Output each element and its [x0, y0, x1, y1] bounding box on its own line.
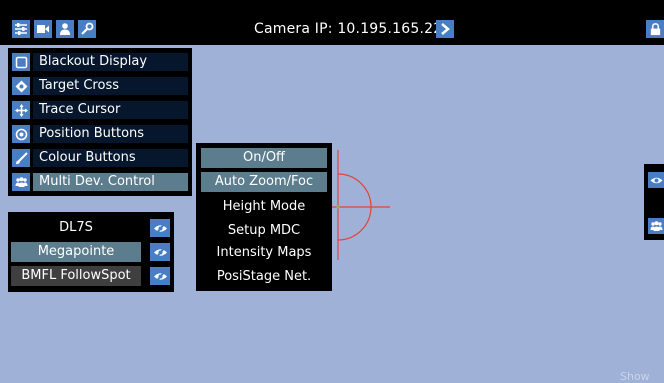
menu-item-colour-buttons[interactable]: Colour Buttons	[12, 148, 188, 168]
menu-item-blackout-display[interactable]: Blackout Display	[12, 52, 188, 72]
submenu-item-posistage-net[interactable]: PosiStage Net.	[201, 267, 327, 287]
device-list: DL7S Megapointe BMFL FollowSpot	[8, 212, 174, 292]
device-row-bmfl-followspot[interactable]: BMFL FollowSpot	[11, 266, 173, 286]
eye-slash-icon[interactable]	[150, 267, 170, 285]
menu-item-label: Blackout Display	[33, 53, 188, 71]
eye-slash-icon[interactable]	[150, 243, 170, 261]
submenu-item-intensity-maps[interactable]: Intensity Maps	[201, 243, 327, 263]
group-icon[interactable]	[648, 218, 664, 234]
partial-footer-text: Show	[620, 370, 650, 383]
menu-item-position-buttons[interactable]: Position Buttons	[12, 124, 188, 144]
target-circle-icon	[12, 125, 30, 143]
camera-ip-label: Camera IP: 10.195.165.22	[254, 21, 443, 37]
menu-item-trace-cursor[interactable]: Trace Cursor	[12, 100, 188, 120]
video-camera-icon[interactable]	[34, 20, 52, 38]
menu-item-multi-dev-control[interactable]: Multi Dev. Control	[12, 172, 188, 192]
submenu-item-on-off[interactable]: On/Off	[201, 148, 327, 168]
move-arrows-icon	[12, 101, 30, 119]
submenu-item-setup-mdc[interactable]: Setup MDC	[201, 221, 327, 241]
right-side-panel	[644, 164, 664, 240]
device-label: DL7S	[11, 218, 141, 238]
multi-dev-submenu: On/Off Auto Zoom/Foc Height Mode Setup M…	[196, 143, 332, 291]
device-row-dl7s[interactable]: DL7S	[11, 218, 173, 238]
eye-slash-icon[interactable]	[150, 219, 170, 237]
menu-item-label: Multi Dev. Control	[33, 173, 188, 191]
user-icon[interactable]	[56, 20, 74, 38]
device-label: BMFL FollowSpot	[11, 266, 141, 286]
brush-icon	[12, 149, 30, 167]
chevron-right-icon[interactable]	[436, 20, 454, 38]
sliders-icon[interactable]	[12, 20, 30, 38]
top-toolbar: Camera IP: 10.195.165.22	[0, 0, 664, 45]
device-label: Megapointe	[11, 242, 141, 262]
toolbar-icon-group	[12, 20, 96, 38]
submenu-item-auto-zoom-foc[interactable]: Auto Zoom/Foc	[201, 172, 327, 192]
menu-item-label: Colour Buttons	[33, 149, 188, 167]
submenu-item-height-mode[interactable]: Height Mode	[201, 197, 327, 217]
crosshair-icon	[12, 77, 30, 95]
menu-item-label: Trace Cursor	[33, 101, 188, 119]
device-row-megapointe[interactable]: Megapointe	[11, 242, 173, 262]
menu-item-target-cross[interactable]: Target Cross	[12, 76, 188, 96]
wrench-icon[interactable]	[78, 20, 96, 38]
view-options-menu: Blackout Display Target Cross Trace Curs…	[8, 48, 192, 196]
square-icon	[12, 53, 30, 71]
menu-item-label: Position Buttons	[33, 125, 188, 143]
eye-icon[interactable]	[648, 172, 664, 188]
lock-icon[interactable]	[646, 20, 664, 38]
group-icon	[12, 173, 30, 191]
menu-item-label: Target Cross	[33, 77, 188, 95]
